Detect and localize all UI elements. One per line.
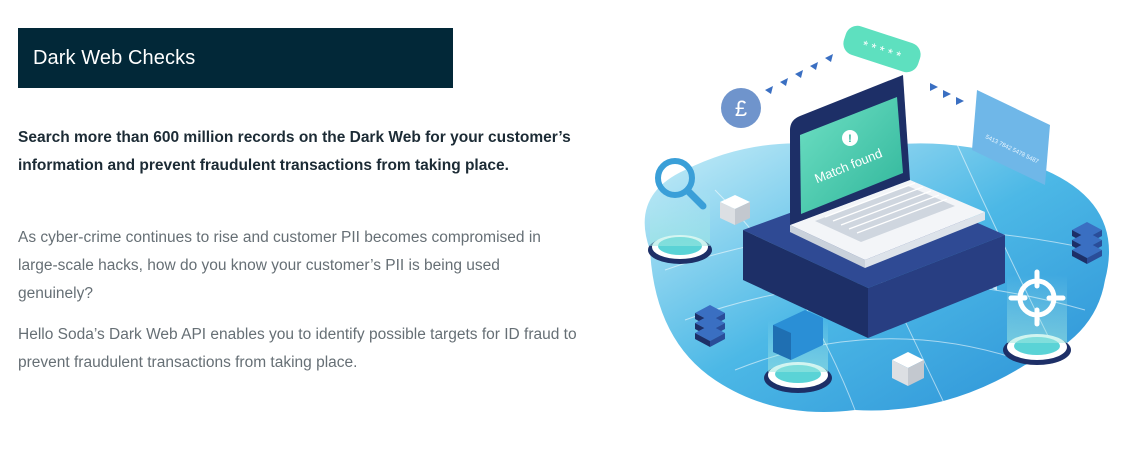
dark-web-illustration: £ * * * * * 5413 7842 5478 5487 ! Match … [644,25,1109,413]
svg-text:£: £ [735,96,747,121]
svg-text:!: ! [848,133,852,145]
server-stack-icon [1072,222,1102,264]
body-paragraph-1: As cyber-crime continues to rise and cus… [18,229,541,302]
target-group [1003,269,1071,365]
body-paragraph-2: Hello Soda’s Dark Web API enables you to… [18,326,577,371]
folder-group [764,310,832,393]
server-stack-icon [695,305,725,347]
section-title-banner: Dark Web Checks [18,28,453,88]
lead-paragraph: Search more than 600 million records on … [18,129,571,174]
section-title: Dark Web Checks [33,46,196,69]
password-bubble-icon: * * * * * [843,25,921,73]
pound-coin-icon: £ [721,88,761,128]
